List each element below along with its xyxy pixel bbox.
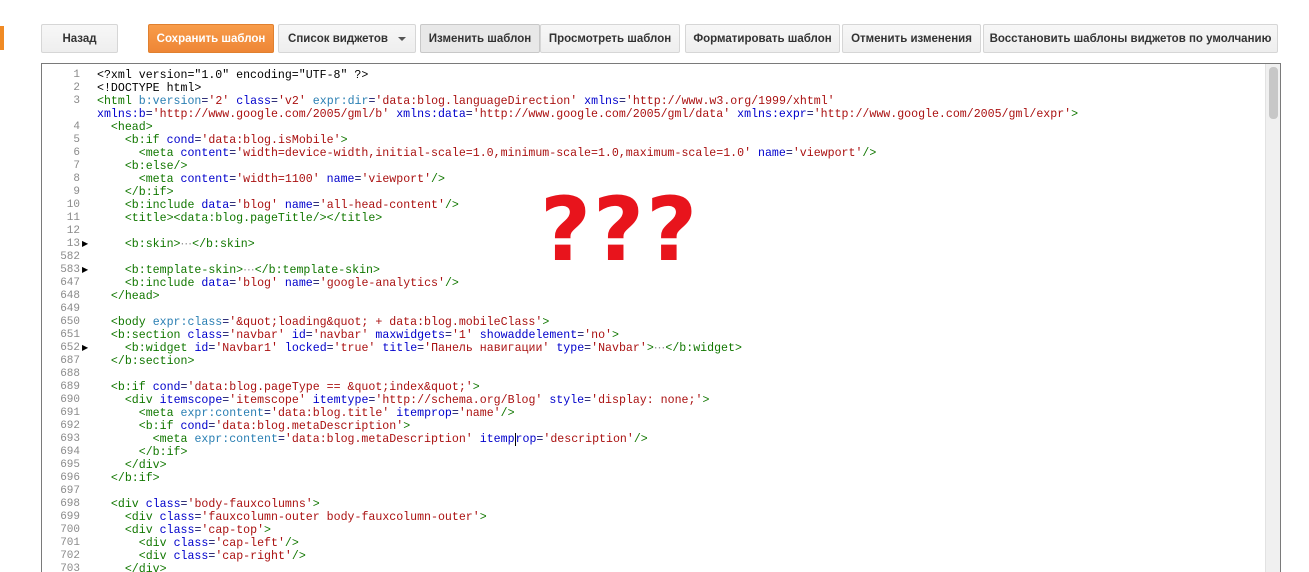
back-button[interactable]: Назад [41,24,118,53]
code-line: 7 <b:else/> [73,160,188,173]
code-line: 649 [60,303,80,315]
code-line: 694 </b:if> [60,446,188,459]
widgets-list-dropdown[interactable]: Список виджетов [278,24,416,53]
text-cursor [514,433,516,446]
code-line: 692 <b:if cond='data:blog.metaDescriptio… [60,420,411,433]
code-line: 700 <div class='cap-top'> [60,524,272,537]
code-line: 652 ▶ <b:widget id='Navbar1' locked='true… [60,342,742,355]
code-line: 648 </head> [60,290,160,303]
code-editor[interactable]: 1 <?xml version="1.0" encoding="UTF-8" ?>… [41,63,1281,572]
question-marks-overlay: ??? [540,178,700,281]
code-line: 703 </div> [60,563,167,572]
fold-triangle-icon[interactable]: ▶ [82,342,88,355]
format-template-button[interactable]: Форматировать шаблон [685,24,840,53]
fold-triangle-icon[interactable]: ▶ [82,238,88,251]
caret-down-icon [397,36,406,41]
restore-widget-templates-button[interactable]: Восстановить шаблоны виджетов по умолчан… [983,24,1278,53]
code-line: 1 <?xml version="1.0" encoding="UTF-8" ?> [73,69,369,82]
code-line: 3 <html b:version='2' class='v2' expr:dir… [73,95,835,108]
edit-template-tab[interactable]: Изменить шаблон [420,24,540,53]
code-line: 691 <meta expr:content='data:blog.title'… [60,407,515,420]
code-line: 650 <body expr:class='&quot;loading&quot… [60,316,550,329]
save-template-button[interactable]: Сохранить шаблон [148,24,274,53]
code-line: 688 [60,368,80,380]
code-line: 687 </b:section> [60,355,195,368]
vertical-scrollbar[interactable] [1265,64,1280,572]
code-line: 6 <meta content='width=device-width,init… [73,147,877,160]
code-line: 698 <div class='body-fauxcolumns'> [60,498,320,511]
code-line: xmlns:b='http://www.google.com/2005/gml/… [97,108,1079,121]
preview-template-tab[interactable]: Просмотреть шаблон [540,24,680,53]
code-line: 5 <b:if cond='data:blog.isMobile'> [73,134,348,147]
code-line: 690 <div itemscope='itemscope' itemtype=… [60,394,710,407]
scrollbar-thumb[interactable] [1269,67,1278,119]
code-line: 4 <head> [73,121,153,134]
code-line: 701 <div class='cap-left'/> [60,537,299,550]
code-line: 697 [60,485,80,497]
widgets-list-label: Список виджетов [288,32,388,45]
code-line: 695 </div> [60,459,167,472]
left-accent-bar [0,26,4,50]
code-line: 693 <meta expr:content='data:blog.metaDe… [60,433,648,446]
code-line: 651 <b:section class='navbar' id='navbar… [60,329,619,342]
code-line: 689 <b:if cond='data:blog.pageType == &q… [60,381,480,394]
code-line: 2 <!DOCTYPE html> [73,82,202,95]
code-line: 702 <div class='cap-right'/> [60,550,306,563]
code-line: 696 </b:if> [60,472,160,485]
revert-changes-button[interactable]: Отменить изменения [842,24,981,53]
code-line: 699 <div class='fauxcolumn-outer body-fa… [60,511,487,524]
fold-triangle-icon[interactable]: ▶ [82,264,88,277]
